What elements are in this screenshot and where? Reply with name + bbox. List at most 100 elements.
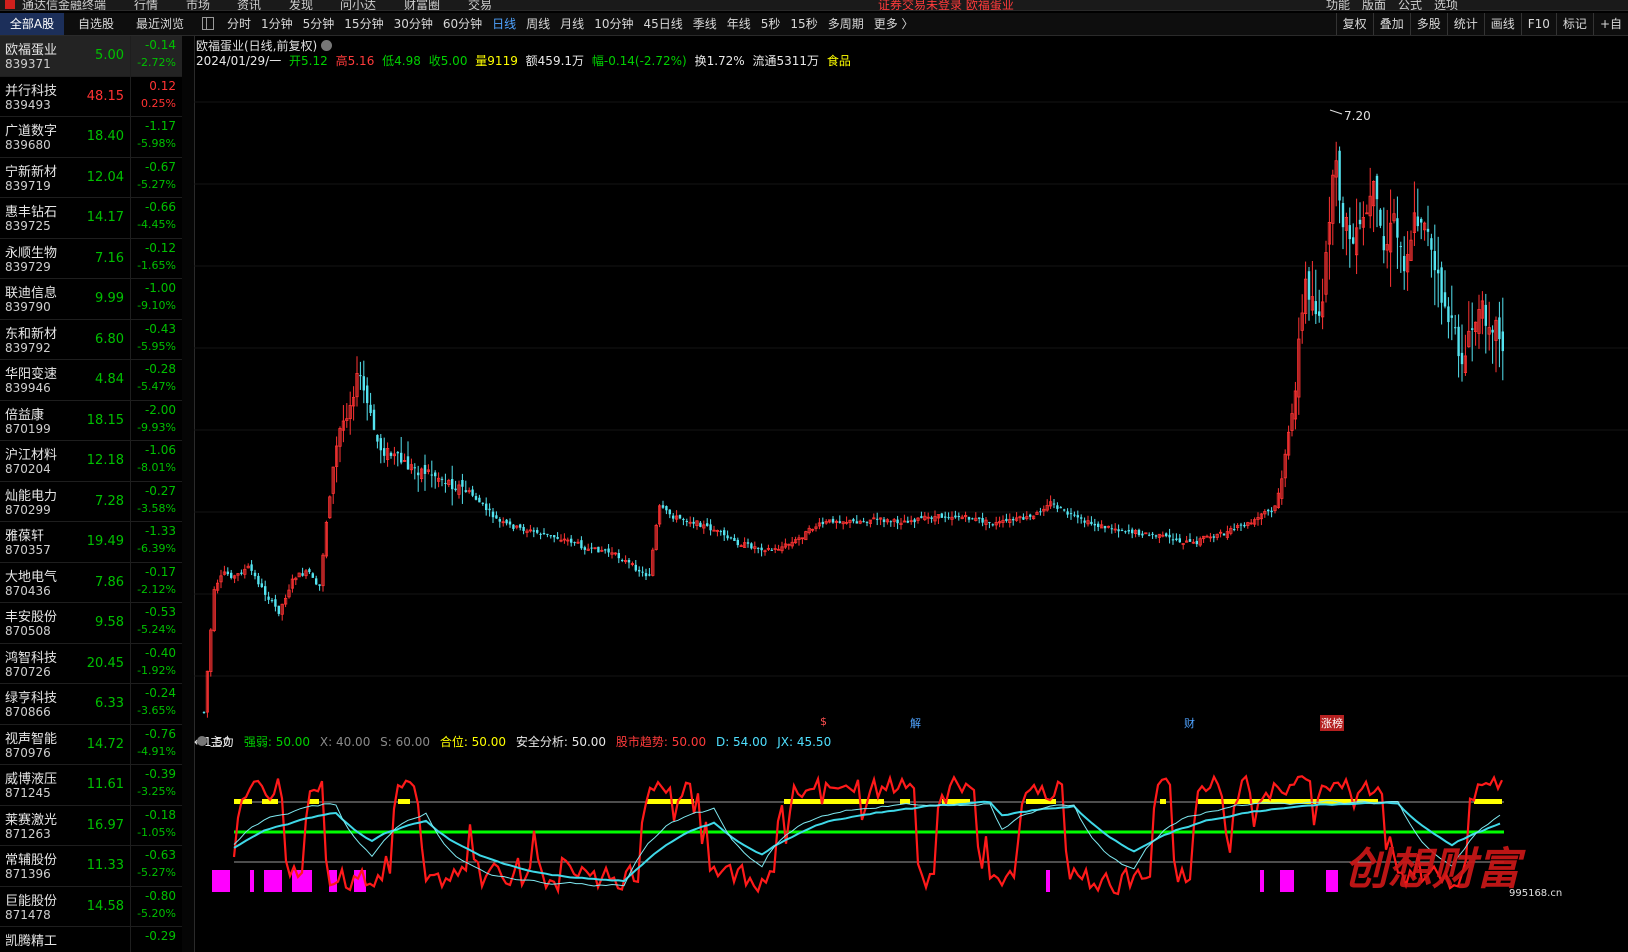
stock-row[interactable]: 莱赛激光 871263 16.97 -0.18 -1.05%	[0, 805, 182, 846]
stock-code: 839371	[5, 57, 51, 71]
stock-row[interactable]: 沪江材料 870204 12.18 -1.06 -8.01%	[0, 441, 182, 482]
period-tab[interactable]: 30分钟	[389, 13, 438, 35]
chart-tool-button[interactable]: 复权	[1335, 13, 1373, 35]
menu-options[interactable]: 选项	[1434, 0, 1458, 10]
candle	[1157, 533, 1162, 544]
stock-row[interactable]: 大地电气 870436 7.86 -0.17 -2.12%	[0, 562, 182, 603]
menu-ask[interactable]: 问小达	[340, 0, 376, 10]
chart-tool-button[interactable]: 多股	[1409, 13, 1447, 35]
candle	[219, 569, 223, 589]
toggle-panel-icon[interactable]	[202, 17, 214, 30]
menu-quotes[interactable]: 行情	[134, 0, 158, 10]
chart-tool-button[interactable]: 统计	[1446, 13, 1484, 35]
menu-function[interactable]: 功能	[1326, 0, 1350, 10]
period-tab[interactable]: 年线	[722, 13, 756, 35]
period-tab[interactable]: 5分钟	[298, 13, 340, 35]
period-tab[interactable]: 多周期	[823, 13, 869, 35]
menu-discover[interactable]: 发现	[289, 0, 313, 10]
candle	[1290, 403, 1294, 437]
candle	[236, 573, 240, 582]
stock-row[interactable]: 东和新材 839792 6.80 -0.43 -5.95%	[0, 319, 182, 360]
stock-row[interactable]: 并行科技 839493 48.15 0.12 0.25%	[0, 76, 182, 117]
stock-name: 联迪信息	[5, 286, 58, 301]
period-tab[interactable]: 1分钟	[256, 13, 298, 35]
event-mark[interactable]: 涨榜	[1320, 715, 1344, 731]
period-tab[interactable]: 周线	[521, 13, 555, 35]
stock-row[interactable]: 广道数字 839680 18.40 -1.17 -5.98%	[0, 117, 182, 158]
menu-wealth[interactable]: 财富圈	[404, 0, 440, 10]
stock-row[interactable]: 雅葆轩 870357 19.49 -1.33 -6.39%	[0, 522, 182, 563]
candle	[519, 523, 522, 531]
period-tab[interactable]: 15分钟	[339, 13, 388, 35]
event-mark[interactable]: 财	[1184, 715, 1195, 731]
stock-row[interactable]: 鸿智科技 870726 20.45 -0.40 -1.92%	[0, 643, 182, 684]
event-mark[interactable]: 解	[910, 715, 921, 731]
stock-row[interactable]: 惠丰钻石 839725 14.17 -0.66 -4.45%	[0, 198, 182, 239]
column-divider	[130, 522, 131, 562]
stock-row[interactable]: 倍益康 870199 18.15 -2.00 -9.93%	[0, 400, 182, 441]
candle	[623, 555, 628, 564]
stock-row[interactable]: 华阳变速 839946 4.84 -0.28 -5.47%	[0, 360, 182, 401]
tab-watchlist[interactable]: 自选股	[64, 13, 128, 35]
stock-name: 华阳变速	[5, 367, 58, 382]
indicator-chart[interactable]: 创想财富 995168.cn	[194, 752, 1628, 952]
candle	[1403, 236, 1406, 290]
tab-all-a-shares[interactable]: 全部A股	[0, 13, 64, 35]
stock-change-pct: -5.95%	[137, 339, 176, 353]
menu-market[interactable]: 市场	[186, 0, 210, 10]
period-tab[interactable]: 5秒	[756, 13, 786, 35]
stock-row[interactable]: 常辅股份 871396 11.33 -0.63 -5.27%	[0, 846, 182, 887]
menu-trade[interactable]: 交易	[468, 0, 492, 10]
candlestick-chart[interactable]: 7.20 ←1.50	[194, 72, 1628, 752]
candle	[406, 441, 410, 470]
candle	[525, 528, 529, 538]
candle	[539, 532, 542, 540]
stock-row[interactable]: 威博液压 871245 11.61 -0.39 -3.25%	[0, 765, 182, 806]
stock-row[interactable]: 联迪信息 839790 9.99 -1.00 -9.10%	[0, 279, 182, 320]
column-divider	[130, 684, 131, 724]
stock-change-pct: -1.92%	[137, 663, 176, 677]
indicator-name[interactable]: 主力	[210, 735, 234, 749]
login-alert[interactable]: 证券交易未登录 欧福蛋业	[878, 0, 1014, 10]
menu-news[interactable]: 资讯	[237, 0, 261, 10]
period-tab[interactable]: 10分钟	[589, 13, 638, 35]
chevron-down-icon[interactable]	[321, 40, 333, 51]
period-tab[interactable]: 分时	[222, 13, 256, 35]
candle	[372, 404, 376, 431]
event-mark[interactable]: $	[820, 715, 827, 728]
period-tab[interactable]: 季线	[688, 13, 722, 35]
period-tab[interactable]: 月线	[555, 13, 589, 35]
chevron-down-icon[interactable]	[197, 736, 207, 746]
stock-code: 870204	[5, 462, 51, 476]
period-tab[interactable]: 更多 〉	[869, 13, 919, 35]
candle	[1080, 514, 1083, 524]
candle	[434, 470, 437, 489]
stock-change: -0.12	[144, 240, 176, 255]
stock-row[interactable]: 欧福蛋业 839371 5.00 -0.14 -2.72%	[0, 36, 182, 77]
chart-tool-button[interactable]: 画线	[1483, 13, 1521, 35]
chart-tool-button[interactable]: 叠加	[1372, 13, 1410, 35]
stock-row[interactable]: 永顺生物 839729 7.16 -0.12 -1.65%	[0, 238, 182, 279]
stock-row[interactable]: 凯腾精工 -0.29	[0, 927, 182, 952]
chart-tool-button[interactable]: +自	[1592, 13, 1628, 35]
stock-row[interactable]: 宁新新材 839719 12.04 -0.67 -5.27%	[0, 157, 182, 198]
stock-row[interactable]: 巨能股份 871478 14.58 -0.80 -5.20%	[0, 886, 182, 927]
chart-tool-button[interactable]: F10	[1520, 13, 1556, 35]
menu-formula[interactable]: 公式	[1398, 0, 1422, 10]
tab-recent[interactable]: 最近浏览	[128, 13, 192, 35]
candle	[909, 515, 913, 525]
candle	[1106, 525, 1111, 529]
stock-row[interactable]: 视声智能 870976 14.72 -0.76 -4.91%	[0, 724, 182, 765]
candle	[1433, 224, 1436, 306]
chart-tool-button[interactable]: 标记	[1555, 13, 1593, 35]
stock-row[interactable]: 灿能电力 870299 7.28 -0.27 -3.58%	[0, 481, 182, 522]
candle	[284, 594, 288, 608]
candle	[436, 472, 441, 488]
period-tab[interactable]: 45日线	[638, 13, 687, 35]
period-tab[interactable]: 60分钟	[438, 13, 487, 35]
period-tab[interactable]: 15秒	[785, 13, 822, 35]
stock-row[interactable]: 丰安股份 870508 9.58 -0.53 -5.24%	[0, 603, 182, 644]
period-tab[interactable]: 日线	[487, 13, 521, 35]
stock-row[interactable]: 绿亨科技 870866 6.33 -0.24 -3.65%	[0, 684, 182, 725]
menu-layout[interactable]: 版面	[1362, 0, 1386, 10]
